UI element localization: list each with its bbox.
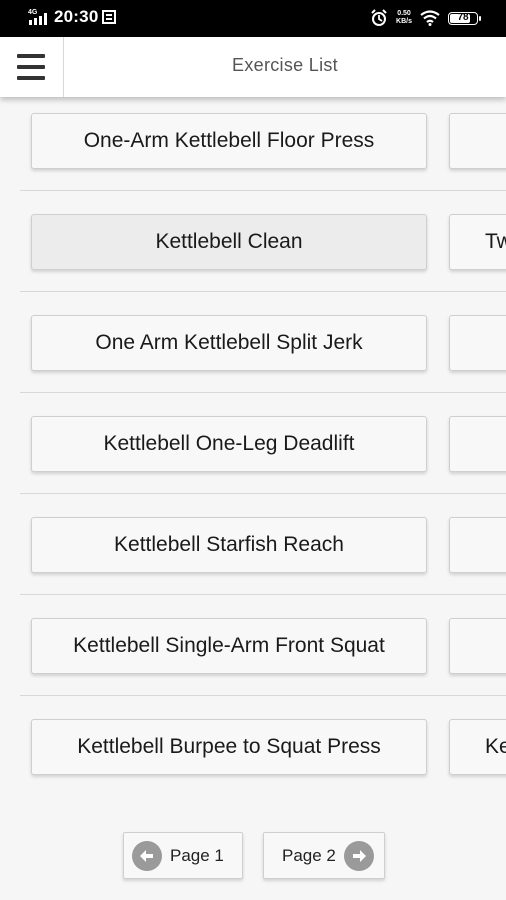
divider — [20, 392, 506, 393]
menu-button[interactable] — [0, 37, 64, 97]
exercise-button-partial[interactable] — [449, 618, 506, 674]
list-item: Kettlebell Clean Tw — [0, 198, 506, 299]
exercise-button[interactable]: Kettlebell Single-Arm Front Squat — [31, 618, 427, 674]
svg-text:4G: 4G — [28, 9, 38, 16]
clock: 20:30 — [54, 7, 99, 26]
battery-level: 78 — [457, 11, 469, 23]
exercise-button-partial[interactable] — [449, 315, 506, 371]
exercise-button[interactable]: Kettlebell Clean — [31, 214, 427, 270]
next-page-label: Page 2 — [282, 845, 336, 865]
arrow-right-icon — [343, 840, 374, 871]
battery-icon: 78 — [448, 11, 481, 25]
app-bar: Exercise List — [0, 37, 506, 97]
next-page-button[interactable]: Page 2 — [263, 832, 385, 879]
hamburger-icon — [17, 76, 45, 80]
exercise-button[interactable]: Kettlebell Burpee to Squat Press — [31, 719, 427, 775]
previous-page-button[interactable]: Page 1 — [123, 832, 243, 879]
exercise-button[interactable]: Kettlebell One-Leg Deadlift — [31, 416, 427, 472]
divider — [20, 493, 506, 494]
previous-page-label: Page 1 — [170, 845, 224, 865]
arrow-left-icon — [132, 840, 162, 871]
page-title: Exercise List — [232, 55, 338, 75]
exercise-button-partial[interactable] — [449, 416, 506, 472]
exercise-button-partial[interactable] — [449, 517, 506, 573]
exercise-button-partial[interactable]: Ket — [449, 719, 506, 775]
divider — [20, 695, 506, 696]
exercise-button-partial[interactable] — [449, 113, 506, 169]
alarm-icon — [371, 9, 387, 26]
hamburger-icon — [17, 65, 45, 69]
exercise-button[interactable]: Kettlebell Starfish Reach — [31, 517, 427, 573]
status-bar: 4G 20:30 0.50 KB/s 78 — [0, 0, 506, 37]
list-item: One Arm Kettlebell Split Jerk — [0, 299, 506, 400]
list-item: Kettlebell Starfish Reach — [0, 501, 506, 602]
exercise-button-partial[interactable]: Tw — [449, 214, 506, 270]
divider — [20, 190, 506, 191]
signal-icon: 4G — [28, 8, 50, 26]
list-item: Kettlebell Burpee to Squat Press Ket — [0, 703, 506, 804]
list-item: Kettlebell Single-Arm Front Squat — [0, 602, 506, 703]
divider — [20, 594, 506, 595]
network-speed: 0.50 KB/s — [396, 10, 412, 25]
wifi-icon — [420, 10, 440, 26]
exercise-button[interactable]: One-Arm Kettlebell Floor Press — [31, 113, 427, 169]
divider — [20, 291, 506, 292]
status-right: 0.50 KB/s 78 — [370, 9, 481, 27]
hamburger-icon — [17, 54, 45, 58]
notification-icon — [102, 10, 117, 24]
list-item: Kettlebell One-Leg Deadlift — [0, 400, 506, 501]
exercise-button[interactable]: One Arm Kettlebell Split Jerk — [31, 315, 427, 371]
list-item: One-Arm Kettlebell Floor Press — [0, 97, 506, 198]
status-left: 4G 20:30 — [28, 7, 117, 27]
